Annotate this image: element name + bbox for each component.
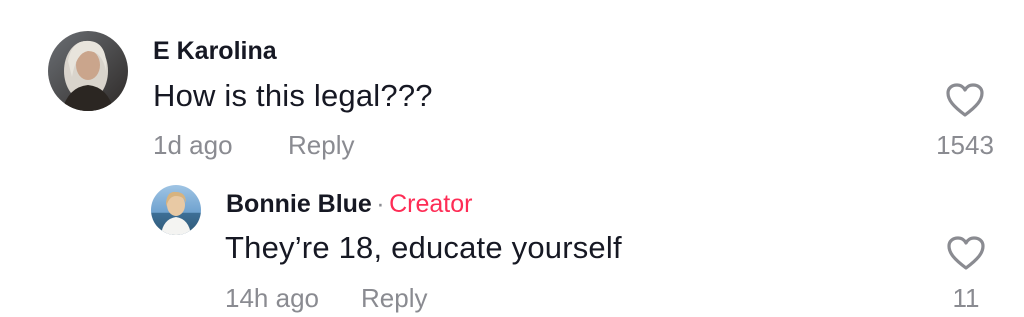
reply-button[interactable]: Reply	[288, 130, 354, 161]
like-count: 1543	[936, 130, 994, 160]
heart-icon[interactable]	[945, 82, 985, 118]
heart-icon[interactable]	[946, 235, 986, 271]
reply-button[interactable]: Reply	[361, 283, 427, 314]
reply-username[interactable]: Bonnie Blue	[226, 190, 372, 218]
reply-text: They’re 18, educate yourself	[225, 230, 622, 265]
avatar[interactable]	[48, 31, 128, 111]
comment-username[interactable]: E Karolina	[153, 37, 277, 66]
reply-timestamp: 14h ago	[225, 283, 319, 313]
comment-text: How is this legal???	[153, 78, 433, 113]
comment-timestamp: 1d ago	[153, 130, 233, 160]
separator-dot: ·	[376, 190, 385, 218]
like-count: 11	[952, 283, 980, 313]
creator-badge: Creator	[389, 190, 473, 218]
reply-header: Bonnie Blue · Creator	[226, 190, 472, 219]
avatar[interactable]	[151, 185, 201, 235]
